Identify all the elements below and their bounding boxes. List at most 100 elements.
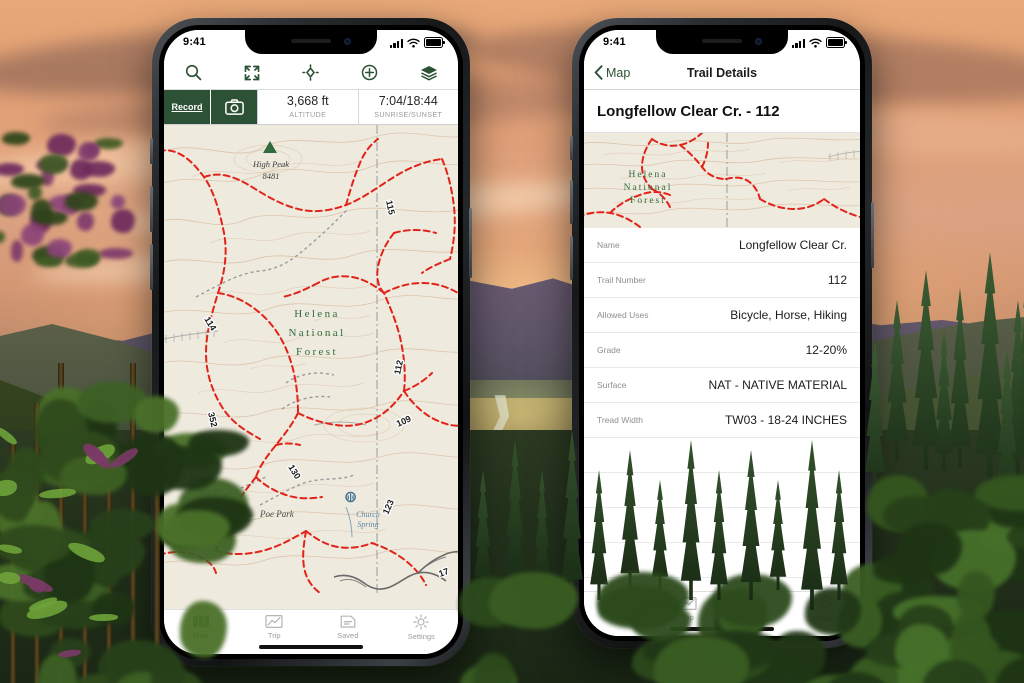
cellular-bars-icon <box>792 39 805 48</box>
volume-up-button[interactable] <box>570 180 573 224</box>
mute-switch[interactable] <box>570 136 573 160</box>
record-button[interactable]: Record <box>164 90 211 124</box>
foliage <box>489 572 578 629</box>
locate-icon[interactable] <box>296 60 326 86</box>
detail-row[interactable]: Tread Width TW03 - 18-24 INCHES <box>584 403 860 438</box>
status-time: 9:41 <box>603 36 626 48</box>
trail-preview-map[interactable]: Helena National Forest <box>584 133 860 228</box>
foliage <box>180 601 227 659</box>
camera-button[interactable] <box>211 90 258 124</box>
power-button[interactable] <box>871 202 874 268</box>
foliage <box>134 396 179 433</box>
place-name-poe-park: Poe Park <box>259 509 295 519</box>
detail-row[interactable]: Trail Number 112 <box>584 263 860 298</box>
spring-name-line-2: Spring <box>357 520 378 529</box>
tab-trip-label: Trip <box>268 631 281 640</box>
battery-icon <box>826 37 845 48</box>
altitude-value: 3,668 ft <box>287 95 329 108</box>
layers-icon[interactable] <box>414 60 444 86</box>
left-phone-device: 9:41 Record 3,668 ft ALTITUDE 7:04/18:44… <box>152 18 470 666</box>
tab-saved[interactable]: Saved <box>311 614 385 640</box>
foliage <box>897 523 962 575</box>
peak-name: High Peak <box>252 159 289 169</box>
detail-row[interactable]: Name Longfellow Clear Cr. <box>584 228 860 263</box>
foliage <box>632 603 691 641</box>
tab-settings[interactable]: Settings <box>385 614 459 641</box>
detail-value: Longfellow Clear Cr. <box>739 238 847 252</box>
map-toolbar <box>164 56 458 90</box>
sunrise-sunset-label: SUNRISE/SUNSET <box>374 110 442 119</box>
power-button[interactable] <box>469 208 472 278</box>
front-camera <box>344 38 351 45</box>
volume-down-button[interactable] <box>150 244 153 290</box>
altitude-stat: 3,668 ft ALTITUDE <box>258 90 359 124</box>
foliage <box>31 199 52 225</box>
record-button-label: Record <box>171 102 202 112</box>
foliage <box>957 571 996 619</box>
foliage <box>11 240 24 262</box>
sunrise-sunset-stat: 7:04/18:44 SUNRISE/SUNSET <box>359 90 459 124</box>
expand-icon[interactable] <box>237 60 267 86</box>
notch <box>656 30 788 54</box>
detail-row[interactable]: Surface NAT - NATIVE MATERIAL <box>584 368 860 403</box>
detail-key: Surface <box>597 380 626 390</box>
earpiece-speaker <box>702 39 742 43</box>
foliage <box>99 248 133 258</box>
sunrise-sunset-value: 7:04/18:44 <box>379 95 438 108</box>
detail-key: Trail Number <box>597 275 646 285</box>
tab-settings-label: Settings <box>408 632 435 641</box>
volume-up-button[interactable] <box>150 186 153 232</box>
earpiece-speaker <box>291 39 331 43</box>
empty-row <box>584 438 860 473</box>
foliage <box>163 510 230 547</box>
camera-icon <box>225 99 244 115</box>
screenshot-stage: 9:41 Record 3,668 ft ALTITUDE 7:04/18:44… <box>0 0 1024 683</box>
detail-row[interactable]: Allowed Uses Bicycle, Horse, Hiking <box>584 298 860 333</box>
front-camera <box>755 38 762 45</box>
volume-down-button[interactable] <box>570 236 573 280</box>
detail-key: Tread Width <box>597 415 643 425</box>
detail-key: Allowed Uses <box>597 310 649 320</box>
detail-value: TW03 - 18-24 INCHES <box>725 413 847 427</box>
foliage <box>149 446 222 490</box>
notch <box>245 30 377 54</box>
preview-forest-name-line-1: Helena <box>629 170 668 180</box>
add-waypoint-icon[interactable] <box>355 60 385 86</box>
detail-key: Grade <box>597 345 621 355</box>
gear-icon <box>413 614 429 630</box>
forest-name-line-2: National <box>288 327 345 339</box>
forest-name-line-1: Helena <box>294 308 340 320</box>
foliage <box>770 631 826 683</box>
altitude-label: ALTITUDE <box>289 110 326 119</box>
page-title: Trail Details <box>584 56 860 89</box>
wifi-icon <box>407 38 420 48</box>
tab-saved-label: Saved <box>337 631 358 640</box>
foliage <box>2 132 29 145</box>
foliage <box>85 144 99 156</box>
status-time: 9:41 <box>183 36 206 48</box>
wifi-icon <box>809 38 822 48</box>
foliage <box>11 174 45 189</box>
detail-key: Name <box>597 240 620 250</box>
spring-name-line-1: Church <box>356 510 380 519</box>
foliage <box>77 212 94 231</box>
detail-row[interactable]: Grade 12-20% <box>584 333 860 368</box>
detail-value: NAT - NATIVE MATERIAL <box>709 378 847 392</box>
record-stats-bar: Record 3,668 ft ALTITUDE 7:04/18:44 SUNR… <box>164 90 458 125</box>
trail-title: Longfellow Clear Cr. - 112 <box>584 90 860 133</box>
detail-value: Bicycle, Horse, Hiking <box>730 308 847 322</box>
preview-forest-name-line-3: Forest <box>630 196 666 206</box>
battery-icon <box>424 37 443 48</box>
search-icon[interactable] <box>178 60 208 86</box>
tab-trip[interactable]: Trip <box>238 614 312 640</box>
foliage <box>47 239 72 258</box>
detail-value: 12-20% <box>806 343 847 357</box>
home-indicator[interactable] <box>259 645 363 649</box>
mute-switch[interactable] <box>150 138 153 164</box>
cellular-bars-icon <box>390 39 403 48</box>
navigation-bar: Map Trail Details <box>584 56 860 90</box>
detail-value: 112 <box>828 273 847 287</box>
leaf <box>89 613 118 621</box>
peak-elevation: 8481 <box>263 171 280 181</box>
forest-name-line-3: Forest <box>296 346 338 358</box>
